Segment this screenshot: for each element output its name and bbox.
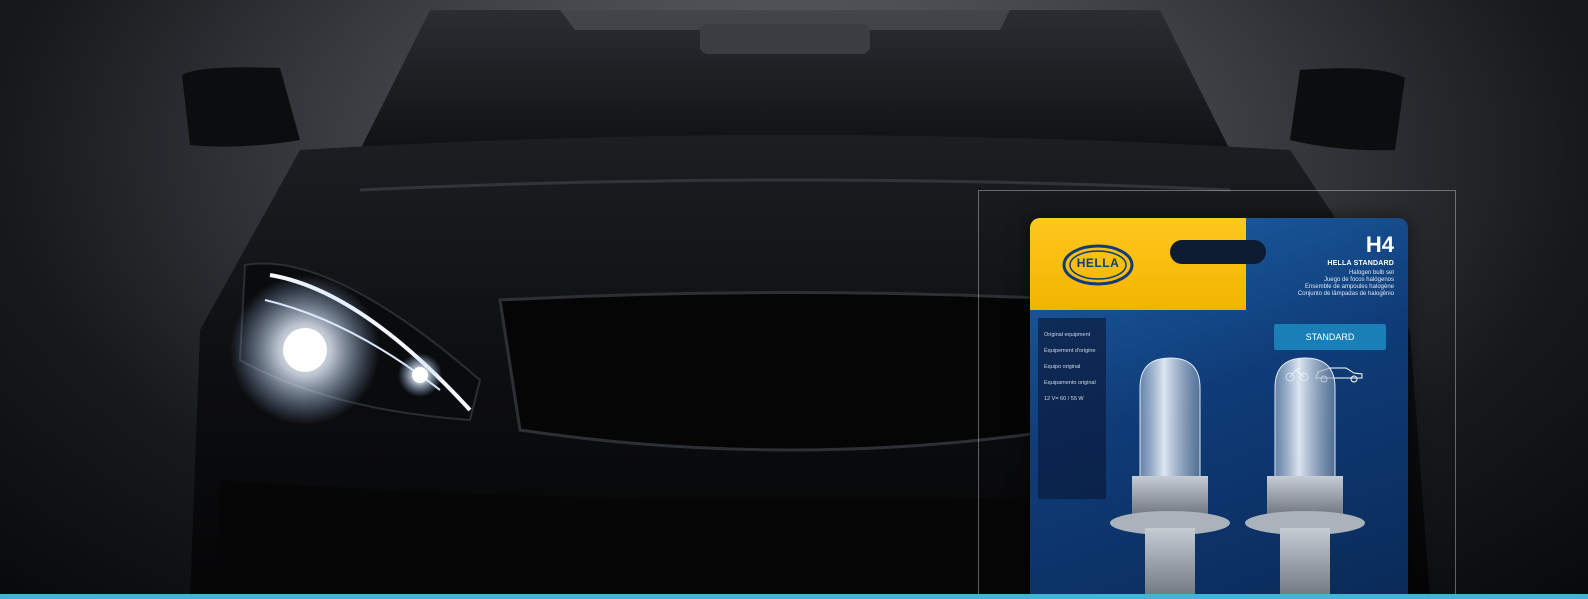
description-lines: Halogen bulb set Juego de focos halógeno… <box>1298 270 1394 298</box>
bulb-icon <box>1245 357 1365 599</box>
description-line: Conjunto de lâmpadas de halogênio <box>1297 291 1394 297</box>
product-line: HELLA STANDARD <box>1327 260 1394 267</box>
description-line: Ensemble de ampoules halogène <box>1304 284 1394 290</box>
hero-banner: HELLA H4 HELLA STANDARD Halogen bulb set… <box>0 0 1588 599</box>
hang-hole <box>1170 240 1266 264</box>
standard-badge: STANDARD <box>1274 324 1386 350</box>
description-line: Juego de focos halógenos <box>1323 277 1394 283</box>
spec-item: Original equipment <box>1044 332 1091 338</box>
bulb-pair <box>1110 357 1365 599</box>
bulb-icon <box>1110 357 1230 599</box>
brand-name: HELLA <box>1076 256 1120 270</box>
model-title: H4 <box>1365 232 1394 257</box>
product-package[interactable]: HELLA H4 HELLA STANDARD Halogen bulb set… <box>1030 218 1408 599</box>
accent-bar <box>0 594 1588 599</box>
brand-panel: HELLA <box>1030 218 1246 310</box>
description-line: Halogen bulb set <box>1348 270 1394 276</box>
